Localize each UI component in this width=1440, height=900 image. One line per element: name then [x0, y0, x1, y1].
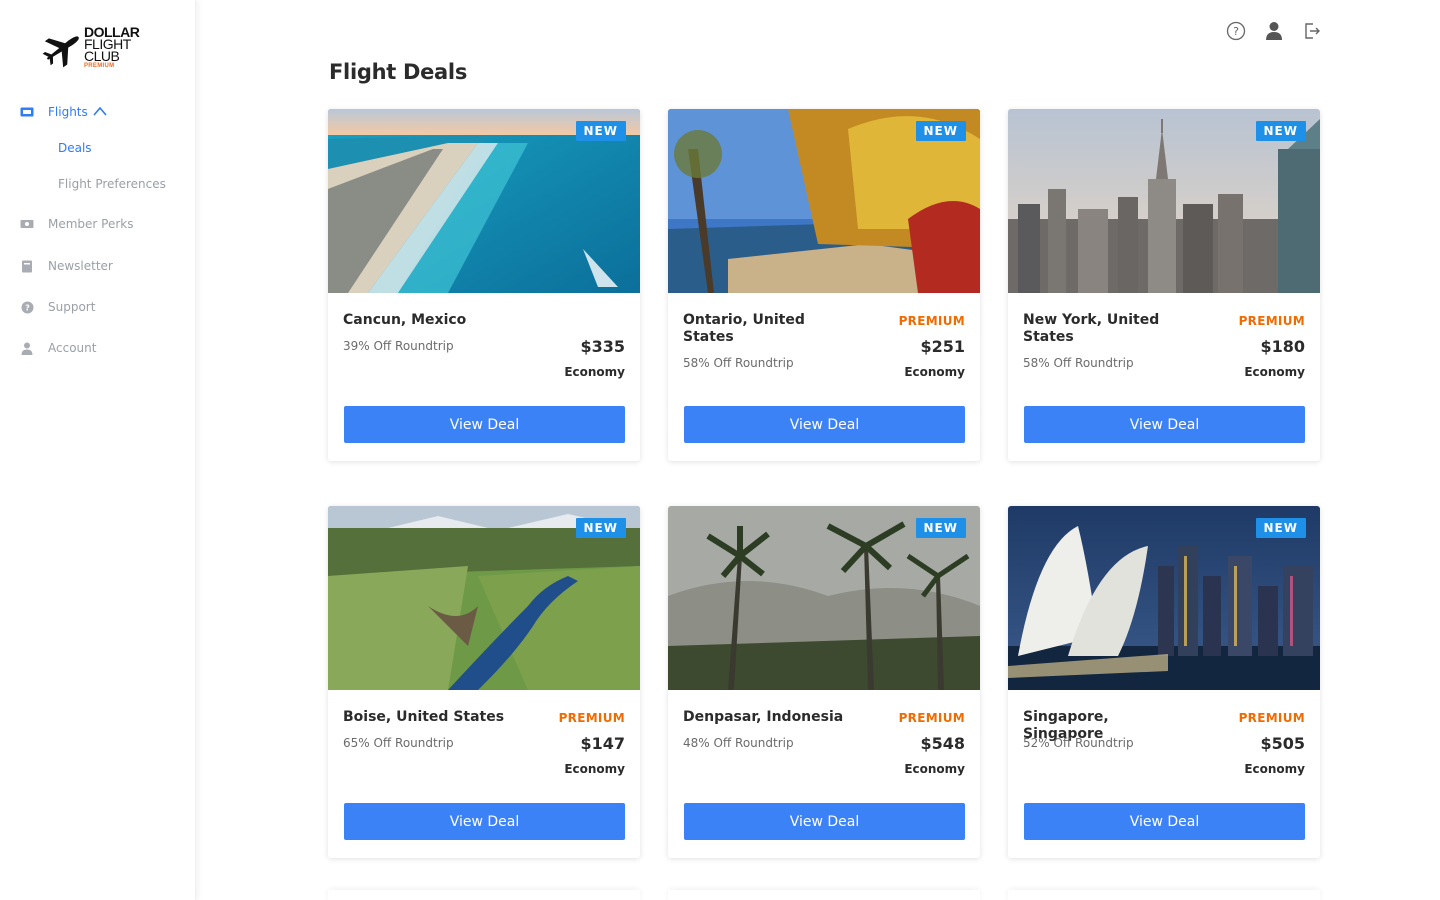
deal-card: NEW Ontario, United States 58% Off Round… — [668, 109, 980, 461]
deal-city: Cancun, Mexico — [343, 312, 467, 328]
view-deal-button[interactable]: View Deal — [1024, 406, 1305, 443]
new-badge: NEW — [575, 518, 626, 538]
deal-city: Ontario, United States — [683, 312, 805, 345]
sidebar-item-label: Flights — [48, 105, 88, 119]
deal-tier: PREMIUM — [898, 711, 965, 725]
deal-card: NEW Boise, United States 65% Off Roundtr… — [328, 506, 640, 858]
sidebar-item-flights[interactable]: Flights — [0, 100, 196, 124]
deal-discount: 48% Off Roundtrip — [683, 736, 794, 750]
deal-price: $180 — [1260, 337, 1305, 356]
deal-cabin: Economy — [904, 762, 965, 776]
deal-card: NEW New York, United States 58% Off Roun… — [1008, 109, 1320, 461]
view-deal-button[interactable]: View Deal — [684, 803, 965, 840]
chevron-up-icon[interactable] — [92, 105, 108, 117]
deal-card: NEW Cancun, Mexico 39% Off Roundtrip $33… — [328, 109, 640, 461]
deal-card-partial — [328, 890, 640, 900]
new-badge: NEW — [1255, 518, 1306, 538]
deal-cabin: Economy — [564, 762, 625, 776]
sidebar-item-support[interactable]: ? Support — [0, 295, 196, 319]
new-badge: NEW — [915, 121, 966, 141]
sidebar-item-label: Newsletter — [48, 259, 113, 273]
deal-city: Denpasar, Indonesia — [683, 709, 844, 725]
sidebar-item-member-perks[interactable]: Member Perks — [0, 212, 196, 236]
ticket-icon — [20, 105, 34, 119]
sidebar-subitem-flight-preferences[interactable]: Flight Preferences — [58, 177, 166, 191]
svg-text:?: ? — [25, 303, 30, 312]
deal-discount: 58% Off Roundtrip — [683, 356, 794, 370]
deal-tier: PREMIUM — [558, 711, 625, 725]
deal-price: $335 — [580, 337, 625, 356]
deal-tier: PREMIUM — [1238, 711, 1305, 725]
sidebar-item-newsletter[interactable]: Newsletter — [0, 254, 196, 278]
sidebar-item-label: Support — [48, 300, 96, 314]
deal-discount: 39% Off Roundtrip — [343, 339, 454, 353]
sidebar-item-label: Account — [48, 341, 97, 355]
new-badge: NEW — [575, 121, 626, 141]
deal-tier: PREMIUM — [1238, 314, 1305, 328]
deal-card: NEW Denpasar, Indonesia 48% Off Roundtri… — [668, 506, 980, 858]
deal-cabin: Economy — [1244, 365, 1305, 379]
page-title: Flight Deals — [329, 60, 468, 84]
deal-discount: 65% Off Roundtrip — [343, 736, 454, 750]
deal-price: $147 — [580, 734, 625, 753]
sidebar-subitem-deals[interactable]: Deals — [58, 141, 92, 155]
sidebar-item-account[interactable]: Account — [0, 336, 196, 360]
brand-line-3: CLUB — [84, 48, 120, 64]
person-icon — [20, 341, 34, 355]
view-deal-button[interactable]: View Deal — [344, 803, 625, 840]
help-icon[interactable]: ? — [1226, 20, 1246, 42]
deal-cabin: Economy — [1244, 762, 1305, 776]
deal-city: Boise, United States — [343, 709, 505, 725]
deal-card: NEW Singapore, Singapore 52% Off Roundtr… — [1008, 506, 1320, 858]
deal-card-partial — [668, 890, 980, 900]
question-icon: ? — [20, 300, 34, 314]
deal-price: $548 — [920, 734, 965, 753]
user-icon[interactable] — [1264, 20, 1284, 42]
deal-tier: PREMIUM — [898, 314, 965, 328]
book-icon — [20, 259, 34, 273]
view-deal-button[interactable]: View Deal — [1024, 803, 1305, 840]
view-deal-button[interactable]: View Deal — [344, 406, 625, 443]
deal-discount: 52% Off Roundtrip — [1023, 736, 1134, 750]
airplane-icon — [42, 36, 79, 68]
deal-discount: 58% Off Roundtrip — [1023, 356, 1134, 370]
sidebar: DOLLAR FLIGHT CLUB PREMIUM Flights Deals… — [0, 0, 196, 900]
deal-price: $251 — [920, 337, 965, 356]
brand-logo[interactable]: DOLLAR FLIGHT CLUB PREMIUM — [42, 24, 152, 76]
svg-text:?: ? — [1233, 25, 1239, 38]
new-badge: NEW — [915, 518, 966, 538]
sidebar-item-label: Member Perks — [48, 217, 134, 231]
deal-cabin: Economy — [564, 365, 625, 379]
brand-line-4: PREMIUM — [84, 63, 115, 69]
deal-cabin: Economy — [904, 365, 965, 379]
deal-card-partial — [1008, 890, 1320, 900]
deal-price: $505 — [1260, 734, 1305, 753]
view-deal-button[interactable]: View Deal — [684, 406, 965, 443]
new-badge: NEW — [1255, 121, 1306, 141]
deal-city: New York, United States — [1023, 312, 1160, 345]
header-actions: ? — [1226, 20, 1322, 42]
logout-icon[interactable] — [1302, 20, 1322, 42]
cash-icon — [20, 217, 34, 231]
